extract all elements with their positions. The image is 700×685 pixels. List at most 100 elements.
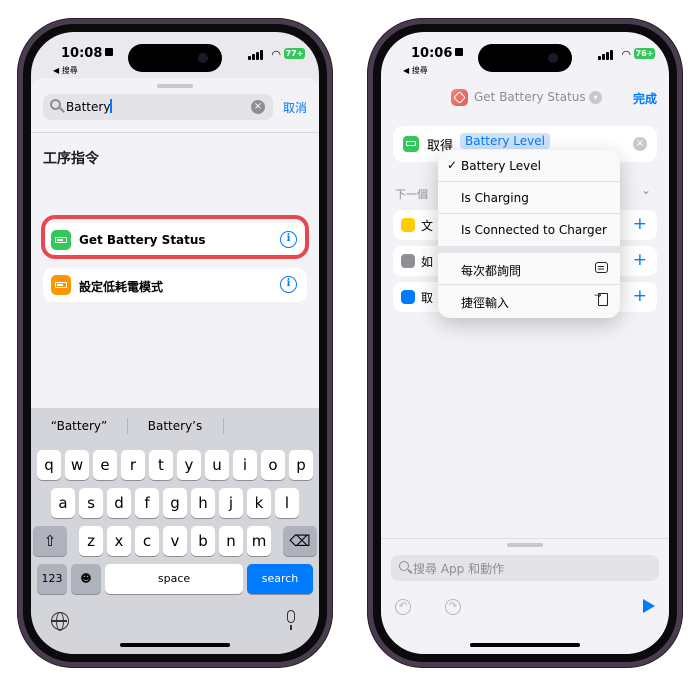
key-p[interactable]: p: [289, 450, 313, 480]
done-button[interactable]: 完成: [633, 90, 657, 107]
speech-bubble-icon: [595, 262, 608, 273]
key-b[interactable]: b: [191, 526, 215, 556]
suggestion-text: 取: [421, 291, 434, 305]
search-input[interactable]: Battery ×: [43, 94, 273, 120]
shortcut-title[interactable]: Get Battery Status: [474, 90, 586, 104]
key-g[interactable]: g: [163, 488, 187, 518]
text-caret: [110, 99, 113, 113]
key-u[interactable]: u: [205, 450, 229, 480]
key-k[interactable]: k: [247, 488, 271, 518]
suggestion-3[interactable]: [223, 408, 319, 444]
clear-search-button[interactable]: ×: [251, 100, 265, 114]
status-person-icon: [455, 48, 464, 56]
sheet-grabber[interactable]: [507, 543, 543, 547]
globe-icon[interactable]: [51, 612, 69, 631]
autocorrect-bar: “Battery” Battery’s: [31, 408, 319, 444]
key-y[interactable]: y: [177, 450, 201, 480]
menu-item-is-charging[interactable]: Is Charging: [438, 182, 620, 214]
status-time: 10:08: [61, 46, 114, 61]
shift-icon[interactable]: ⇧: [33, 526, 67, 556]
divider: [31, 132, 319, 133]
key-z[interactable]: z: [79, 526, 103, 556]
battery-app-icon: [403, 136, 419, 152]
menu-item-label: Battery Level: [461, 159, 541, 173]
wifi-icon: ◠: [271, 48, 281, 61]
play-icon[interactable]: [643, 599, 655, 613]
menu-item-is-connected[interactable]: Is Connected to Charger: [438, 214, 620, 246]
next-action-label: 下一個: [395, 188, 428, 201]
signal-icon: [248, 50, 263, 60]
action-search-panel: 搜尋 App 和動作 ↶ ↷: [381, 538, 669, 654]
input-icon: [594, 291, 608, 306]
battery-level-token[interactable]: Battery Level: [460, 133, 550, 149]
key-f[interactable]: f: [135, 488, 159, 518]
key-a[interactable]: a: [51, 488, 75, 518]
menu-item-ask-each-time[interactable]: 每次都詢問: [438, 253, 620, 285]
key-o[interactable]: o: [261, 450, 285, 480]
home-indicator[interactable]: [120, 643, 230, 647]
search-row: Battery × 取消: [43, 94, 307, 120]
result-low-power-mode[interactable]: 設定低耗電模式 i: [43, 268, 307, 302]
add-icon[interactable]: +: [633, 214, 647, 234]
menu-item-battery-level[interactable]: ✓ Battery Level: [438, 150, 620, 182]
add-icon[interactable]: +: [633, 250, 647, 270]
key-s[interactable]: s: [79, 488, 103, 518]
dynamic-island: [478, 44, 572, 72]
menu-item-label: 每次都詢問: [461, 264, 522, 278]
microphone-icon[interactable]: [287, 610, 295, 630]
home-indicator[interactable]: [470, 643, 580, 647]
add-icon[interactable]: +: [633, 286, 647, 306]
key-t[interactable]: t: [149, 450, 173, 480]
menu-item-label: 捷徑輸入: [461, 296, 510, 310]
key-row-3: ⇧ z x c v b n m ⌫: [31, 526, 319, 556]
red-highlight-outline: [41, 215, 309, 259]
suggestion-2[interactable]: Battery’s: [127, 408, 223, 444]
key-w[interactable]: w: [65, 450, 89, 480]
key-c[interactable]: c: [135, 526, 159, 556]
remove-action-icon[interactable]: ×: [633, 137, 647, 151]
back-to-search-link[interactable]: ◀ 搜尋: [53, 65, 78, 76]
key-l[interactable]: l: [275, 488, 299, 518]
screen-left: 10:08 ◀ 搜尋 ◠ 77+ Battery × 取消 工序指令 Get B…: [31, 32, 319, 654]
space-key[interactable]: space: [105, 564, 243, 594]
sheet-grabber[interactable]: [157, 84, 193, 88]
search-actions-input[interactable]: 搜尋 App 和動作: [391, 555, 659, 581]
numbers-key[interactable]: 123: [37, 564, 67, 594]
token-options-menu: ✓ Battery Level Is Charging Is Connected…: [438, 150, 620, 318]
if-app-icon: [401, 254, 415, 268]
key-n[interactable]: n: [219, 526, 243, 556]
status-time: 10:06: [411, 46, 464, 61]
keyboard: “Battery” Battery’s q w e r t y u i o p …: [31, 408, 319, 654]
delete-icon[interactable]: ⌫: [283, 526, 317, 556]
info-icon[interactable]: i: [280, 276, 297, 293]
chevron-down-icon[interactable]: ▾: [589, 91, 602, 104]
key-row-4: 123 ☻ space search: [31, 564, 319, 594]
shortcut-icon[interactable]: [451, 89, 468, 106]
key-v[interactable]: v: [163, 526, 187, 556]
undo-icon[interactable]: ↶: [395, 599, 411, 615]
chevron-down-icon[interactable]: ⌄: [641, 183, 651, 197]
key-e[interactable]: e: [93, 450, 117, 480]
key-x[interactable]: x: [107, 526, 131, 556]
suggestion-1[interactable]: “Battery”: [31, 408, 127, 444]
search-query: Battery: [66, 100, 111, 114]
menu-item-shortcut-input[interactable]: 捷徑輸入: [438, 285, 620, 317]
key-m[interactable]: m: [247, 526, 271, 556]
key-d[interactable]: d: [107, 488, 131, 518]
key-i[interactable]: i: [233, 450, 257, 480]
key-h[interactable]: h: [191, 488, 215, 518]
search-icon: [399, 561, 409, 571]
key-j[interactable]: j: [219, 488, 243, 518]
menu-item-label: Is Charging: [461, 191, 529, 205]
key-row-2: a s d f g h j k l: [31, 488, 319, 518]
back-to-search-link[interactable]: ◀ 搜尋: [403, 65, 428, 76]
cancel-button[interactable]: 取消: [283, 99, 307, 116]
status-person-icon: [105, 48, 114, 56]
redo-icon[interactable]: ↷: [445, 599, 461, 615]
emoji-icon[interactable]: ☻: [71, 564, 101, 594]
key-r[interactable]: r: [121, 450, 145, 480]
search-key[interactable]: search: [247, 564, 313, 594]
search-placeholder: 搜尋 App 和動作: [413, 562, 505, 576]
text-app-icon: [401, 218, 415, 232]
key-q[interactable]: q: [37, 450, 61, 480]
